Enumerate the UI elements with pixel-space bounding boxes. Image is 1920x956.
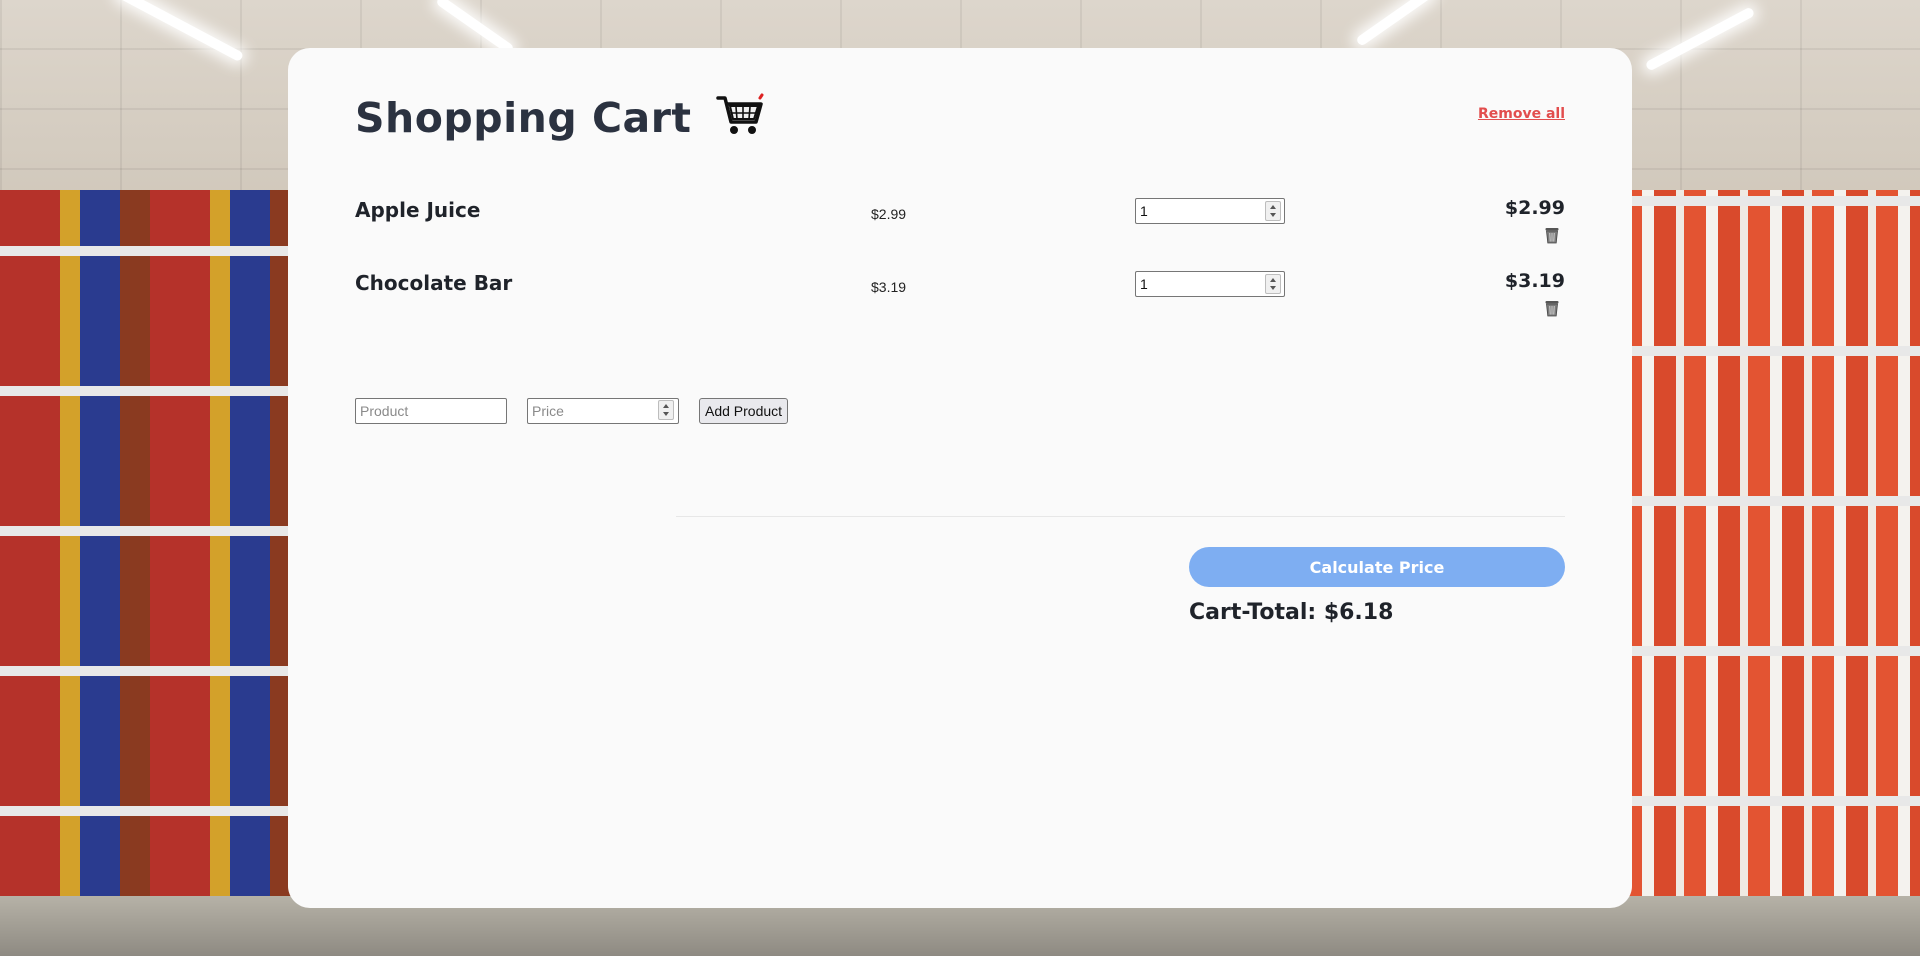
quantity-stepper[interactable]: 1 — [1135, 198, 1285, 224]
add-product-button[interactable]: Add Product — [699, 398, 789, 424]
remove-all-link[interactable]: Remove all — [1478, 106, 1565, 122]
quantity-value[interactable]: 1 — [1140, 203, 1148, 219]
product-input[interactable] — [355, 398, 507, 424]
title-row: Shopping Cart Remove all — [355, 92, 1565, 152]
item-total: $3.19 — [1504, 270, 1565, 292]
divider — [676, 516, 1565, 517]
item-name: Apple Juice — [355, 198, 481, 222]
trash-icon[interactable] — [1545, 300, 1559, 317]
price-spin-buttons[interactable] — [658, 400, 674, 420]
page-title: Shopping Cart — [355, 92, 764, 142]
page-title-text: Shopping Cart — [355, 94, 692, 142]
background-shelves-left — [0, 190, 300, 956]
item-total: $2.99 — [1504, 197, 1565, 219]
price-input[interactable] — [527, 398, 679, 424]
quantity-value[interactable]: 1 — [1140, 276, 1148, 292]
calculate-price-button[interactable]: Calculate Price — [1189, 547, 1565, 587]
spin-buttons[interactable] — [1265, 274, 1281, 294]
item-name: Chocolate Bar — [355, 271, 513, 295]
spin-buttons[interactable] — [1265, 201, 1281, 221]
cart-item-row: Chocolate Bar $3.19 1 $3.19 — [355, 270, 1565, 331]
trash-icon[interactable] — [1545, 227, 1559, 244]
background-shelves-right — [1620, 190, 1920, 956]
item-unit-price: $2.99 — [871, 206, 907, 222]
add-product-form: Add Product — [355, 398, 1565, 426]
shopping-cart-icon — [716, 93, 764, 134]
quantity-stepper[interactable]: 1 — [1135, 271, 1285, 297]
item-unit-price: $3.19 — [871, 279, 907, 295]
shopping-cart-card: Shopping Cart Remove all Apple Juice $2.… — [288, 48, 1632, 908]
cart-item-row: Apple Juice $2.99 1 $2.99 — [355, 197, 1565, 258]
cart-total: Cart-Total: $6.18 — [1189, 600, 1394, 625]
